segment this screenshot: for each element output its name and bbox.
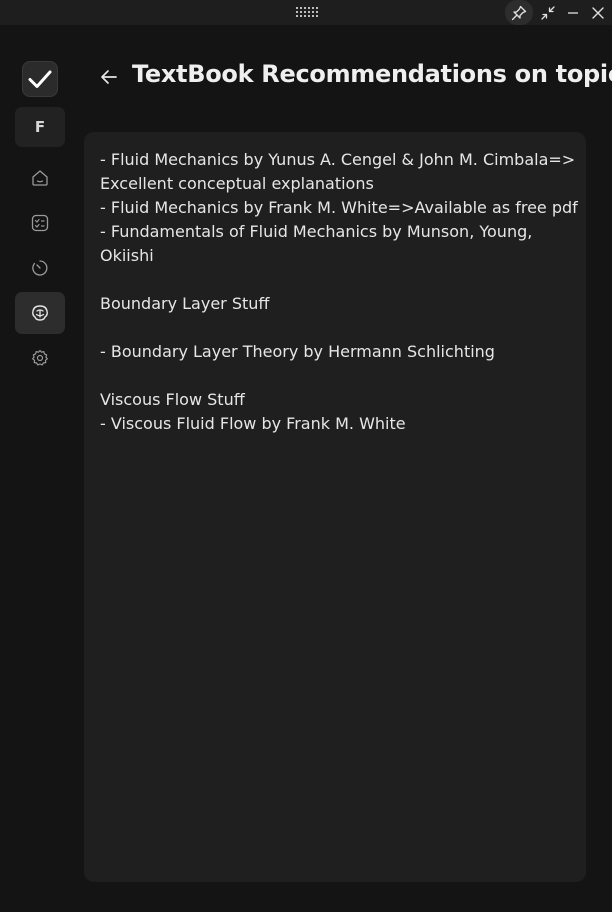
close-icon [592,6,604,19]
note-line: - Fluid Mechanics by Yunus A. Cengel & J… [100,150,576,169]
note-line: - Fluid Mechanics by Frank M. White=>Ava… [100,198,578,217]
arrow-left-icon [101,70,117,84]
home-icon [32,170,48,186]
note-line: - Fundamentals of Fluid Mechanics by Mun… [100,222,533,241]
note-content[interactable]: - Fluid Mechanics by Yunus A. Cengel & J… [100,148,578,436]
note-line: - Viscous Fluid Flow by Frank M. White [100,414,406,433]
note-line: Okiishi [100,246,154,265]
settings-icon [32,349,48,366]
minimize-button[interactable] [560,0,586,25]
window-titlebar[interactable] [0,0,612,25]
app-logo[interactable] [22,61,58,97]
sidebar-item-timer[interactable] [15,247,65,289]
pin-icon [511,5,527,20]
pin-button[interactable] [505,0,533,25]
drag-handle-icon[interactable] [296,6,318,18]
note-heading: Viscous Flow Stuff [100,390,245,409]
profile-initial: F [34,118,46,136]
minimize-icon [568,11,578,14]
sidebar-item-home[interactable] [15,157,65,199]
collapse-icon [541,5,555,20]
note-line: - Boundary Layer Theory by Hermann Schli… [100,342,495,361]
note-line [100,364,574,388]
page-title: TextBook Recommendations on topic [132,60,612,88]
timer-icon [32,260,48,276]
collapse-button[interactable] [535,0,561,25]
back-button[interactable] [96,64,122,90]
note-line [100,316,574,340]
note-heading: Boundary Layer Stuff [100,294,270,313]
checkmark-icon [28,70,52,88]
sidebar-item-ai[interactable] [15,292,65,334]
note-line: Excellent conceptual explanations [100,174,374,193]
checklist-icon [31,214,49,232]
note-line [100,268,574,292]
ai-brain-icon [32,305,48,321]
profile-avatar-button[interactable]: F [15,107,65,147]
close-button[interactable] [585,0,611,25]
sidebar-item-settings[interactable] [15,337,65,379]
sidebar-item-tasks[interactable] [15,202,65,244]
